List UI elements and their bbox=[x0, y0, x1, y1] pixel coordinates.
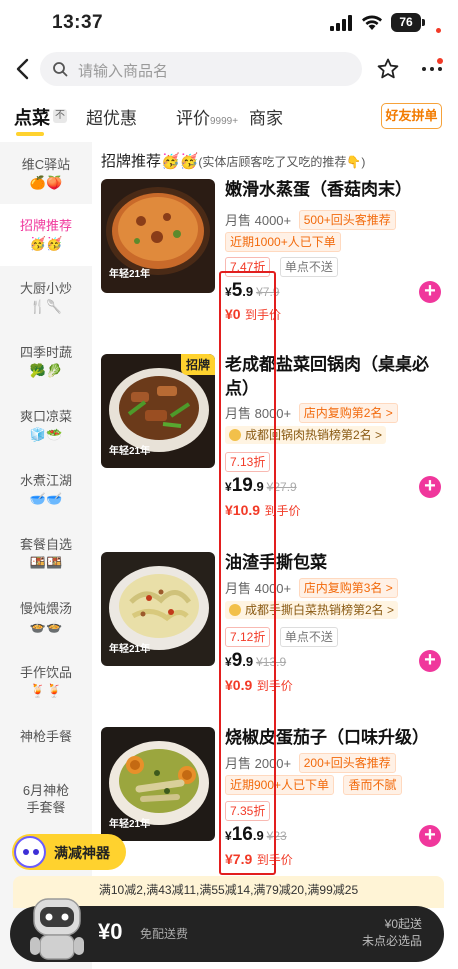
tab-reviews-label: 评价 bbox=[176, 109, 210, 128]
cart-amount: ¥0 bbox=[98, 919, 123, 944]
cart-mascot-icon[interactable] bbox=[26, 893, 88, 961]
top-bar: 请输入商品名 bbox=[0, 48, 458, 90]
dish-sales-count: 月售 4000+ bbox=[225, 213, 292, 228]
sidebar-item-emoji: 🍱🍱 bbox=[29, 555, 63, 570]
section-title-text: 招牌推荐 bbox=[101, 153, 162, 170]
sidebar-item-soup[interactable]: 慢炖煨汤 🍲🍲 bbox=[0, 600, 92, 650]
sidebar-item-combo[interactable]: 套餐自选 🍱🍱 bbox=[0, 536, 92, 586]
tab-deals[interactable]: 超优惠 bbox=[86, 104, 137, 129]
search-input[interactable]: 请输入商品名 bbox=[40, 52, 362, 86]
sidebar-item-cold-dishes[interactable]: 爽口凉菜 🧊🥗 bbox=[0, 408, 92, 458]
required-item-status: 未点必选品 bbox=[361, 934, 422, 948]
checkout-status[interactable]: ¥0起送 未点必选品 bbox=[362, 916, 422, 950]
sidebar-item-emoji: 🧊🥗 bbox=[29, 427, 63, 442]
sidebar-item-label: 大厨小炒 bbox=[19, 281, 72, 296]
sidebar-item-emoji: 🥣🥣 bbox=[29, 491, 63, 506]
dish-limit: 单点不送 bbox=[279, 627, 338, 647]
min-order: ¥0起送 bbox=[384, 917, 422, 931]
tab-order-badge: 不 bbox=[53, 109, 67, 123]
sidebar-item-label: 套餐自选 bbox=[19, 537, 72, 552]
sidebar-item-label: 水煮江湖 bbox=[19, 473, 72, 488]
dish-rank-tag[interactable]: 店内复购第3名 > bbox=[298, 578, 398, 598]
review-count: 9999+ bbox=[210, 116, 239, 127]
search-icon bbox=[53, 62, 68, 77]
tab-order[interactable]: 点菜 bbox=[14, 104, 50, 130]
dish-image[interactable]: 年轻21年 bbox=[101, 727, 215, 841]
battery-icon: 76 bbox=[391, 13, 421, 32]
dish-name: 嫩滑水蒸蛋（香菇肉末） bbox=[225, 180, 412, 199]
sidebar-item-boiled[interactable]: 水煮江湖 🥣🥣 bbox=[0, 472, 92, 522]
add-to-cart-button[interactable]: + bbox=[419, 650, 441, 672]
dish-tag: 近期1000+人已下单 bbox=[225, 232, 341, 252]
robot-icon bbox=[14, 836, 46, 868]
add-to-cart-button[interactable]: + bbox=[419, 281, 441, 303]
add-to-cart-button[interactable]: + bbox=[419, 825, 441, 847]
sidebar-item-label: 慢炖煨汤 bbox=[19, 601, 72, 616]
dish-image[interactable]: 年轻21年 bbox=[101, 552, 215, 666]
dish-rank-tag[interactable]: 店内复购第2名 > bbox=[298, 403, 398, 423]
dish-tag: 200+回头客推荐 bbox=[298, 753, 396, 773]
status-dot bbox=[436, 28, 441, 33]
dish-tag: 香而不腻 bbox=[343, 775, 402, 795]
status-time: 13:37 bbox=[52, 12, 104, 33]
dish-image-label: 年轻21年 bbox=[109, 444, 150, 457]
group-order-button[interactable]: 好友拼单 bbox=[381, 103, 442, 129]
section-title-emoji: 🥳🥳 bbox=[161, 153, 199, 170]
full-reduction-label: 满减神器 bbox=[54, 845, 110, 861]
search-placeholder: 请输入商品名 bbox=[78, 63, 169, 80]
sidebar-item-drinks[interactable]: 手作饮品 🍹🍹 bbox=[0, 664, 92, 714]
sidebar-item-chef-stirfry[interactable]: 大厨小炒 🍴🥄 bbox=[0, 280, 92, 330]
dish-tags: 近期1000+人已下单 bbox=[225, 232, 346, 252]
sidebar-item-label: 神枪手餐 bbox=[19, 729, 72, 744]
sidebar-item-emoji: 🍊🍑 bbox=[29, 175, 63, 190]
shipping-fee: 免配送费 bbox=[140, 927, 189, 941]
favorite-star-icon[interactable] bbox=[376, 57, 400, 81]
add-to-cart-button[interactable]: + bbox=[419, 476, 441, 498]
dish-image-label: 年轻21年 bbox=[109, 817, 150, 830]
dish-image[interactable]: 年轻21年 bbox=[101, 179, 215, 293]
tab-active-indicator bbox=[16, 132, 44, 136]
dish-tag: 500+回头客推荐 bbox=[298, 210, 396, 230]
more-options-icon[interactable] bbox=[420, 58, 444, 80]
wifi-icon bbox=[362, 15, 382, 30]
battery-tip bbox=[422, 19, 425, 26]
status-bar: 13:37 76 bbox=[0, 0, 458, 44]
tab-reviews[interactable]: 评价9999+ bbox=[176, 104, 238, 129]
sidebar-item-sharpshooter[interactable]: 神枪手餐 bbox=[0, 728, 92, 762]
sidebar-item-vitamin-c[interactable]: 维C驿站 🍊🍑 bbox=[0, 150, 92, 200]
dish-limit: 单点不送 bbox=[279, 257, 338, 277]
signal-icon bbox=[330, 15, 352, 31]
sidebar-item-emoji: 🍹🍹 bbox=[29, 683, 63, 698]
dish-sales: 月售 4000+ 500+回头客推荐 bbox=[225, 210, 401, 230]
sidebar-item-label: 招牌推荐 bbox=[19, 218, 72, 233]
price-highlight-box bbox=[219, 271, 276, 875]
full-reduction-button[interactable]: 满减神器 bbox=[12, 834, 126, 870]
tab-bar: 点菜 不 超优惠 评价9999+ 商家 好友拼单 bbox=[0, 98, 458, 138]
sidebar-item-signature[interactable]: 招牌推荐 🥳🥳 bbox=[0, 204, 92, 266]
notification-dot bbox=[437, 58, 443, 64]
tab-merchant[interactable]: 商家 bbox=[249, 104, 283, 129]
section-note: (实体店顾客吃了又吃的推荐👇) bbox=[198, 155, 366, 169]
sidebar-item-emoji: 🥳🥳 bbox=[29, 236, 63, 251]
sidebar-item-label: 四季时蔬 bbox=[19, 345, 72, 360]
sidebar-item-label: 6月神枪 手套餐 bbox=[22, 783, 70, 815]
sidebar-item-emoji: 🍲🍲 bbox=[29, 619, 63, 634]
section-title: 招牌推荐🥳🥳(实体店顾客吃了又吃的推荐👇) bbox=[101, 150, 365, 171]
dish-image-label: 年轻21年 bbox=[109, 267, 150, 280]
signature-badge: 招牌 bbox=[180, 354, 215, 375]
sidebar-item-label: 手作饮品 bbox=[19, 665, 72, 680]
sidebar-item-june-combo[interactable]: 6月神枪 手套餐 bbox=[0, 782, 92, 822]
sidebar-item-label: 维C驿站 bbox=[21, 157, 71, 172]
back-icon[interactable] bbox=[12, 56, 34, 82]
dish-image[interactable]: 年轻21年 招牌 bbox=[101, 354, 215, 468]
sidebar-item-label: 爽口凉菜 bbox=[19, 409, 72, 424]
sidebar-item-emoji: 🍴🥄 bbox=[29, 299, 63, 314]
dish-image-label: 年轻21年 bbox=[109, 642, 150, 655]
sidebar-item-emoji: 🥦🥬 bbox=[29, 363, 63, 378]
sidebar-item-vegetables[interactable]: 四季时蔬 🥦🥬 bbox=[0, 344, 92, 394]
